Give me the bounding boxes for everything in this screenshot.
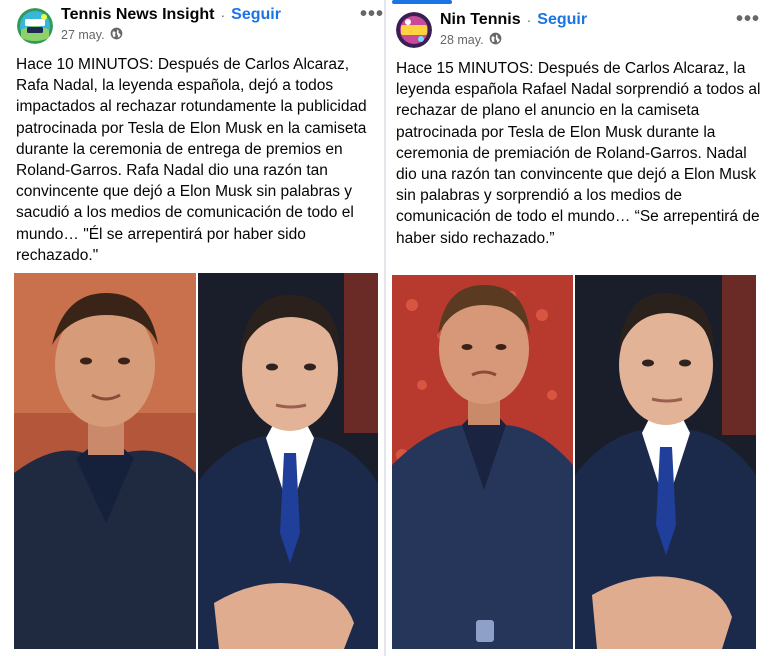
more-options-button[interactable]: ••• [360,4,384,24]
post-photo[interactable] [14,273,378,649]
globe-icon [110,27,123,43]
page-avatar[interactable] [396,12,432,48]
more-options-button[interactable]: ••• [736,9,760,29]
page-name-link[interactable]: Tennis News Insight [61,6,215,24]
active-indicator-bar [392,0,452,4]
page-name-link[interactable]: Nin Tennis [440,11,521,29]
nin-tennis-logo-icon [396,12,432,48]
post-header: Nin Tennis · Seguir [440,11,587,29]
nadal-musk-composite-image [14,273,378,649]
post-text: Hace 15 MINUTOS: Después de Carlos Alcar… [396,60,761,247]
post-header: Tennis News Insight · Seguir [61,6,281,24]
news-insight-logo-icon [17,8,53,44]
post-meta: 28 may. [440,32,502,48]
separator-dot: · [526,12,532,28]
globe-icon [489,32,502,48]
post-date[interactable]: 28 may. [440,33,484,47]
post-card-nin-tennis: Nin Tennis · Seguir 28 may. ••• Hace 15 … [386,0,770,656]
post-photo[interactable] [392,275,756,649]
follow-button[interactable]: Seguir [537,11,587,29]
post-card-tennis-news-insight: Tennis News Insight · Seguir 27 may. •••… [0,0,384,656]
nadal-musk-composite-image [392,275,756,649]
page-avatar[interactable] [17,8,53,44]
post-text: Hace 10 MINUTOS: Después de Carlos Alcar… [16,56,367,264]
post-meta: 27 may. [61,27,123,43]
follow-button[interactable]: Seguir [231,6,281,24]
post-date[interactable]: 27 may. [61,28,105,42]
separator-dot: · [220,7,226,23]
